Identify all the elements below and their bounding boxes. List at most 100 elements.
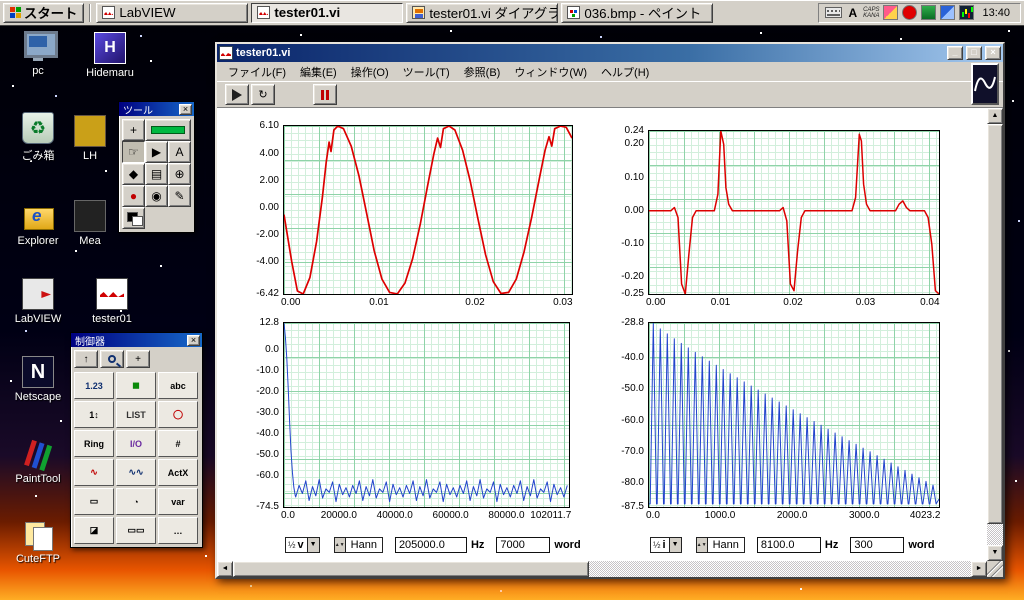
probe-tool[interactable]: ◉ xyxy=(145,185,168,207)
horizontal-scrollbar[interactable]: ◄ ► xyxy=(217,561,987,577)
channel-selector-i[interactable]: ½ i ▼ xyxy=(650,537,682,553)
maximize-button[interactable]: □ xyxy=(966,46,982,60)
color-tool[interactable] xyxy=(122,207,145,229)
graph-current-waveform[interactable] xyxy=(648,130,940,295)
search-button[interactable] xyxy=(100,350,124,368)
chart-controls[interactable]: ∿∿ xyxy=(116,459,156,486)
window-titlebar[interactable]: tester01.vi _ □ × xyxy=(217,44,1003,62)
run-button[interactable] xyxy=(225,84,249,105)
refnum-controls[interactable]: # xyxy=(158,430,198,457)
menu-item[interactable]: 操作(O) xyxy=(344,62,396,82)
dropdown-arrow-icon[interactable]: ▼ xyxy=(668,538,681,552)
desktop-icon-labview[interactable]: LabVIEW xyxy=(2,278,74,325)
breakpoint-tool[interactable]: ● xyxy=(122,185,145,207)
scroll-left-icon[interactable]: ◄ xyxy=(217,561,233,577)
activex-controls[interactable]: ActX xyxy=(158,459,198,486)
desktop-icon-pc[interactable]: pc xyxy=(2,30,74,77)
vertical-scroll-thumb[interactable] xyxy=(987,124,1003,524)
ring-spinner-icon[interactable]: ▲▼ xyxy=(334,538,346,552)
graph-current-spectrum[interactable] xyxy=(648,322,940,508)
wire-tool[interactable]: ◆ xyxy=(122,163,145,185)
variant-controls[interactable]: var xyxy=(158,488,198,515)
io-controls[interactable]: I/O xyxy=(116,430,156,457)
desktop-icon-painttool[interactable]: PaintTool xyxy=(2,438,74,485)
container-controls[interactable]: ▭▭ xyxy=(116,517,156,544)
task-button-tester01-panel[interactable]: tester01.vi xyxy=(251,2,404,23)
taskbar-clock[interactable]: 13:40 xyxy=(978,7,1014,19)
desktop-icon-cuteftp[interactable]: CuteFTP xyxy=(2,518,74,565)
ring-controls[interactable]: ◯ xyxy=(158,401,198,428)
menu-item[interactable]: ファイル(F) xyxy=(221,62,293,82)
numeric-controls[interactable]: 1.23 xyxy=(74,372,114,399)
operate-value-tool[interactable]: ☞ xyxy=(122,141,145,163)
measure-app-icon xyxy=(74,200,106,232)
select-controls[interactable]: … xyxy=(158,517,198,544)
close-icon[interactable]: × xyxy=(187,334,200,346)
edit-text-tool[interactable]: A xyxy=(168,141,191,163)
graph-voltage-spectrum[interactable] xyxy=(283,322,570,508)
object-menu-tool[interactable]: ▤ xyxy=(145,163,168,185)
window-resize-grip[interactable] xyxy=(987,561,1003,577)
scroll-right-icon[interactable]: ► xyxy=(971,561,987,577)
boolean-controls[interactable]: ◼ xyxy=(116,372,156,399)
desktop-icon-tester01[interactable]: tester01 xyxy=(76,278,148,325)
menu-item[interactable]: 編集(E) xyxy=(293,62,344,82)
scroll-tool[interactable]: ⊕ xyxy=(168,163,191,185)
task-monitor-icon[interactable] xyxy=(959,5,975,20)
up-level-button[interactable]: ↑ xyxy=(74,350,98,368)
scroll-up-icon[interactable]: ▲ xyxy=(987,108,1003,124)
graph-controls[interactable]: ∿ xyxy=(74,459,114,486)
pause-button[interactable] xyxy=(313,84,337,105)
auto-tool-led[interactable] xyxy=(145,119,191,141)
sound-volume-icon[interactable] xyxy=(940,5,956,20)
enum-controls[interactable]: Ring xyxy=(74,430,114,457)
sample-rate-field-left[interactable]: 205000.0 xyxy=(394,537,467,553)
auto-tool[interactable]: + xyxy=(122,119,145,141)
classic-controls[interactable]: ◪ xyxy=(74,517,114,544)
vertical-scrollbar[interactable]: ▲ ▼ xyxy=(987,108,1003,561)
paint-brush-tool-icon: ✎ xyxy=(174,189,185,203)
network-status-icon[interactable] xyxy=(921,5,937,20)
antivirus-icon[interactable] xyxy=(902,5,918,20)
ring-spinner-icon[interactable]: ▲▼ xyxy=(696,538,708,552)
sample-count-field-right[interactable]: 300 xyxy=(850,537,905,553)
close-button[interactable]: × xyxy=(985,46,1001,60)
keyboard-layout-icon[interactable] xyxy=(825,7,843,18)
desktop-icon-lh[interactable]: LH xyxy=(62,115,118,162)
window-function-ring-left[interactable]: ▲▼ Hann xyxy=(333,537,383,553)
graph-voltage-waveform[interactable] xyxy=(283,125,573,295)
minimize-button[interactable]: _ xyxy=(947,46,963,60)
channel-selector-v[interactable]: ½ v ▼ xyxy=(285,537,320,553)
string-path-controls[interactable]: abc xyxy=(158,372,198,399)
tools-palette-titlebar[interactable]: ツール × xyxy=(119,102,194,117)
desktop-icon-netscape[interactable]: N Netscape xyxy=(2,356,74,403)
task-button-paint[interactable]: 036.bmp - ペイント xyxy=(561,2,714,23)
ime-toolbar-icon[interactable] xyxy=(883,5,899,20)
sample-count-field-left[interactable]: 7000 xyxy=(496,537,551,553)
paint-brush-tool[interactable]: ✎ xyxy=(168,185,191,207)
menu-item[interactable]: 参照(B) xyxy=(457,62,508,82)
task-button-labview[interactable]: LabVIEW xyxy=(96,2,249,23)
ime-mode-indicator[interactable]: A xyxy=(846,6,859,20)
horizontal-scroll-thumb[interactable] xyxy=(233,561,589,577)
close-icon[interactable]: × xyxy=(179,103,192,115)
desktop-icon-hidemaru[interactable]: H Hidemaru xyxy=(74,32,146,79)
sample-rate-field-right[interactable]: 8100.0 xyxy=(756,537,821,553)
user-controls[interactable]: ◔ xyxy=(116,488,156,515)
controls-palette-titlebar[interactable]: 制御器 × xyxy=(71,333,202,348)
dropdown-arrow-icon[interactable]: ▼ xyxy=(306,538,319,552)
decoration-controls[interactable]: ▭ xyxy=(74,488,114,515)
position-tool[interactable]: ▶ xyxy=(145,141,168,163)
window-function-ring-right[interactable]: ▲▼ Hann xyxy=(695,537,745,553)
menu-item[interactable]: ツール(T) xyxy=(396,62,457,82)
list-table-controls[interactable]: LIST xyxy=(116,401,156,428)
menu-item[interactable]: ヘルプ(H) xyxy=(594,62,656,82)
desktop-icon-mea[interactable]: Mea xyxy=(62,200,118,247)
start-button[interactable]: スタート xyxy=(3,2,85,23)
array-controls[interactable]: 1↕ xyxy=(74,401,114,428)
menu-item[interactable]: ウィンドウ(W) xyxy=(507,62,594,82)
options-button[interactable]: + xyxy=(126,350,150,368)
task-button-tester01-diagram[interactable]: tester01.vi ダイアグラム xyxy=(406,2,559,23)
scroll-down-icon[interactable]: ▼ xyxy=(987,545,1003,561)
run-continuous-button[interactable]: ↻ xyxy=(251,84,275,105)
